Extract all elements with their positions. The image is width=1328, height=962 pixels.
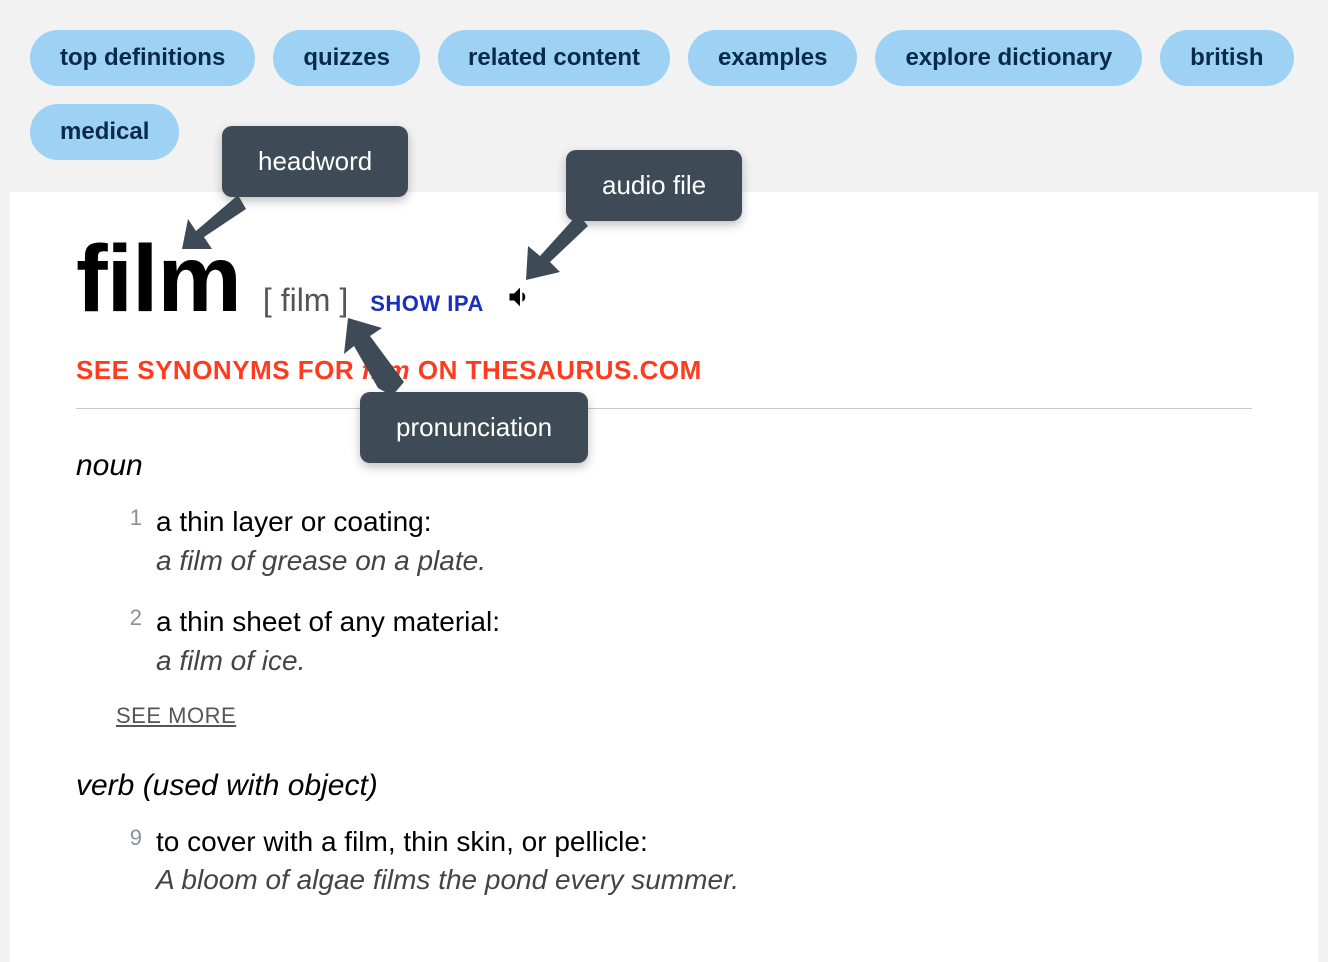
nav-pill-medical[interactable]: medical [30,104,179,160]
pronunciation-text: [ film ] [263,282,348,319]
sense-number: 9 [116,825,142,851]
headline-row: film [ film ] SHOW IPA [76,232,1252,327]
synonyms-link[interactable]: SEE SYNONYMS FOR film ON THESAURUS.COM [76,355,1252,386]
see-more-link[interactable]: SEE MORE [116,703,1252,729]
sense-example: a film of grease on a plate. [156,545,1252,577]
sense-number: 2 [116,605,142,631]
sense-row: 9 to cover with a film, thin skin, or pe… [116,823,1252,897]
nav-pill-examples[interactable]: examples [688,30,857,86]
noun-senses: 1 a thin layer or coating: a film of gre… [76,503,1252,677]
sense-definition: to cover with a film, thin skin, or pell… [156,823,1252,861]
nav-pill-british[interactable]: british [1160,30,1293,86]
nav-pill-top-definitions[interactable]: top definitions [30,30,255,86]
divider [76,408,1252,409]
synonyms-word: film [362,355,410,385]
nav-pill-quizzes[interactable]: quizzes [273,30,420,86]
verb-senses: 9 to cover with a film, thin skin, or pe… [76,823,1252,897]
synonyms-prefix: SEE SYNONYMS FOR [76,355,362,385]
callout-pronunciation: pronunciation [360,392,588,463]
synonyms-suffix: ON THESAURUS.COM [410,355,702,385]
sense-row: 2 a thin sheet of any material: a film o… [116,603,1252,677]
callout-headword: headword [222,126,408,197]
pos-verb: verb (used with object) [76,769,1252,803]
sense-example: A bloom of algae films the pond every su… [156,864,1252,896]
callout-audio: audio file [566,150,742,221]
nav-pill-related-content[interactable]: related content [438,30,670,86]
pos-noun: noun [76,449,1252,483]
audio-icon[interactable] [506,283,534,311]
headword: film [76,232,241,327]
nav-pill-explore[interactable]: explore dictionary [875,30,1142,86]
sense-number: 1 [116,505,142,531]
entry-card: film [ film ] SHOW IPA SEE SYNONYMS FOR … [10,192,1318,962]
sense-definition: a thin sheet of any material: [156,603,1252,641]
sense-example: a film of ice. [156,645,1252,677]
sense-row: 1 a thin layer or coating: a film of gre… [116,503,1252,577]
sense-definition: a thin layer or coating: [156,503,1252,541]
show-ipa-link[interactable]: SHOW IPA [370,291,484,317]
